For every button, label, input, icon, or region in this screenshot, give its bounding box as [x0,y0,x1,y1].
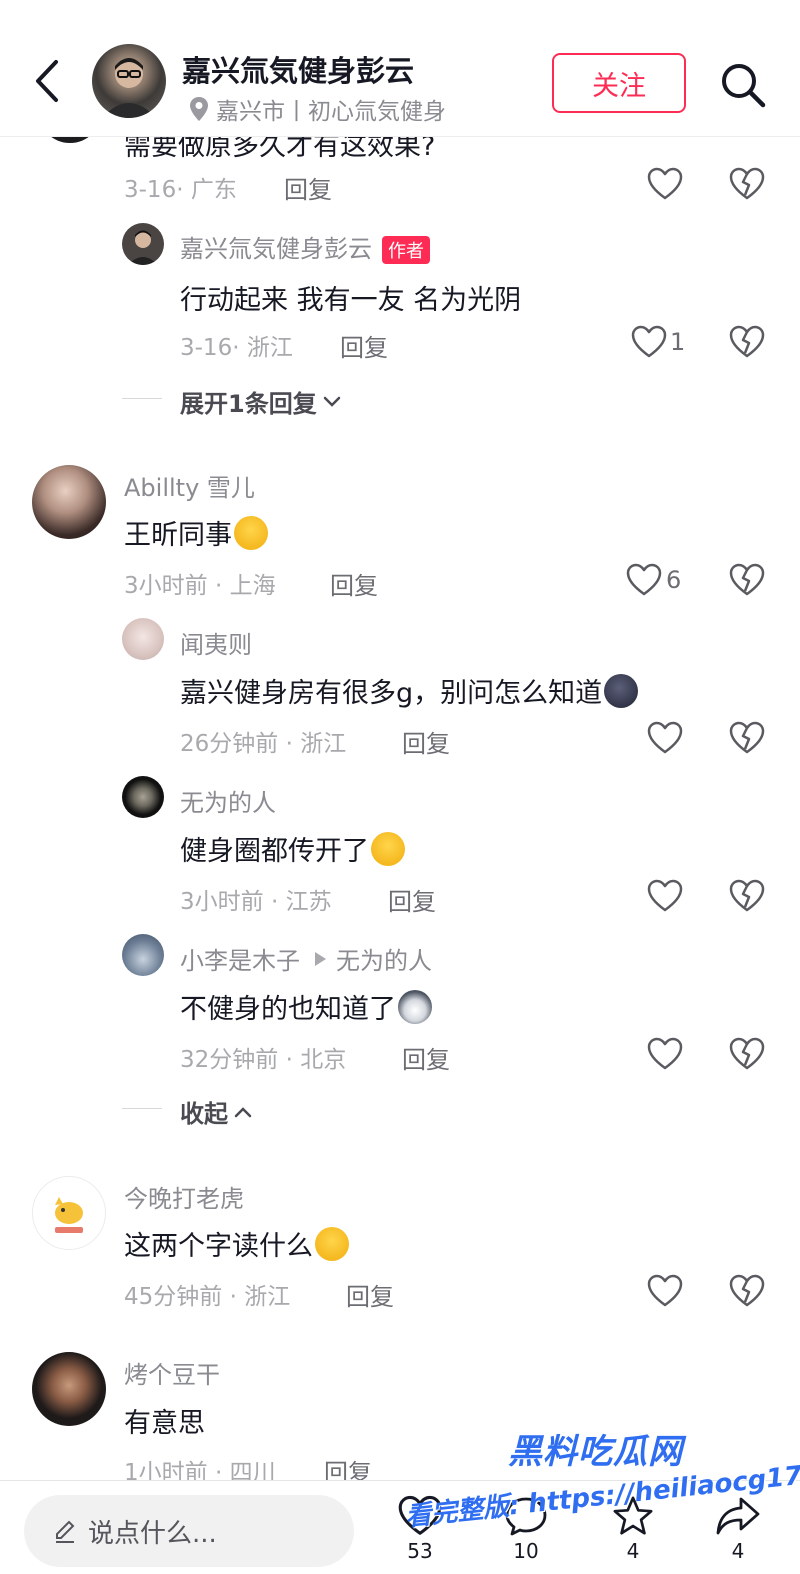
reply-username[interactable]: 嘉兴氚気健身彭云 作者 [180,229,430,264]
husky-dog-emoji-icon [398,989,432,1024]
expand-replies-button[interactable]: 展开1条回复 [180,384,343,419]
comment-text: 这两个字读什么 [124,1224,349,1263]
location-text: 嘉兴市丨初心氚気健身 [216,99,446,125]
search-icon[interactable] [716,58,770,112]
commenter-username[interactable]: Abillty 雪儿 [124,468,255,503]
comment-total: 10 [513,1539,539,1563]
author-name[interactable]: 嘉兴氚気健身彭云 [182,48,414,90]
broken-heart-icon[interactable] [729,563,765,597]
broken-heart-icon[interactable] [729,879,765,913]
reply-meta: 3-16· 浙江 [180,335,293,361]
like-count: 6 [666,566,682,594]
reply-button[interactable]: 回复 [388,882,436,917]
comment-text: 有意思 [124,1408,205,1439]
comment-meta: 3小时前 · 上海 [124,573,276,599]
reply-button[interactable]: 回复 [402,724,450,759]
divider [122,398,162,399]
divider [122,1108,162,1109]
chevron-down-icon [323,396,340,407]
share-arrow-icon [716,1497,760,1535]
watermark-brand: 黑料吃瓜网 [508,1432,683,1472]
commenter-avatar[interactable] [32,1352,106,1426]
reply-meta: 3小时前 · 江苏 [180,889,332,915]
reply-avatar[interactable] [122,934,164,976]
back-arrow-icon[interactable] [28,56,68,106]
reply-arrow-icon [315,951,326,966]
author-reply-avatar[interactable] [122,223,164,265]
heart-icon[interactable] [647,879,683,913]
reply-button[interactable]: 回复 [340,328,388,363]
commenter-username[interactable]: 今晚打老虎 [124,1179,244,1214]
comment-text: 王昕同事 [124,513,268,552]
author-avatar[interactable] [92,44,166,118]
location-pin-icon [190,97,208,121]
comment-meta: 45分钟前 · 浙江 [124,1284,291,1310]
broken-heart-icon[interactable] [729,721,765,755]
pencil-icon [56,1520,75,1543]
reply-username[interactable]: 无为的人 [180,783,276,818]
like-count: 1 [670,328,686,356]
follow-button[interactable]: 关注 [552,53,686,113]
reply-avatar[interactable] [122,618,164,660]
author-badge: 作者 [382,236,430,264]
reply-text: 行动起来 我有一友 名为光阴 [180,285,522,316]
reply-username[interactable]: 闻夷则 [180,625,252,660]
reply-text: 健身圈都传开了 [180,829,405,868]
laughing-crying-emoji-icon [234,515,268,550]
collapse-label: 收起 [180,1100,228,1128]
laughing-crying-emoji-icon [371,831,405,866]
expand-label: 展开1条回复 [180,390,317,418]
author-location[interactable]: 嘉兴市丨初心氚気健身 [188,92,446,126]
commenter-username[interactable]: 烤个豆干 [124,1355,220,1390]
like-total: 53 [407,1539,433,1563]
reply-button[interactable]: 回复 [346,1277,394,1312]
heart-icon[interactable] [631,325,667,359]
reply-meta: 26分钟前 · 浙江 [180,731,347,757]
reply-button[interactable]: 回复 [402,1040,450,1075]
top-bar: 嘉兴氚気健身彭云 嘉兴市丨初心氚気健身 关注 [0,0,800,137]
share-total: 4 [731,1539,745,1563]
heart-icon[interactable] [647,721,683,755]
reply-meta: 32分钟前 · 北京 [180,1047,347,1073]
reply-username[interactable]: 小李是木子 无为的人 [180,941,432,976]
reply-avatar[interactable] [122,776,164,818]
heart-icon[interactable] [647,167,683,201]
comment-meta: 3-16· 广东 [124,177,237,203]
broken-heart-icon[interactable] [729,1274,765,1308]
reply-button[interactable]: 回复 [284,170,332,205]
broken-heart-icon[interactable] [729,325,765,359]
dark-moon-emoji-icon [604,673,639,708]
chevron-up-icon [234,1106,252,1117]
reply-text: 嘉兴健身房有很多g，别问怎么知道 [180,671,639,710]
collapse-replies-button[interactable]: 收起 [180,1094,254,1129]
heart-icon[interactable] [647,1037,683,1071]
commenter-avatar[interactable] [32,465,106,539]
reply-button[interactable]: 回复 [330,566,378,601]
comment-input[interactable]: 说点什么... [24,1495,354,1567]
share-action[interactable]: 4 [708,1495,768,1563]
laughing-crying-emoji-icon [315,1226,349,1261]
heart-icon[interactable] [626,563,662,597]
heart-icon[interactable] [647,1274,683,1308]
reply-text: 不健身的也知道了 [180,987,432,1026]
broken-heart-icon[interactable] [729,167,765,201]
favorite-total: 4 [626,1539,640,1563]
broken-heart-icon[interactable] [729,1037,765,1071]
comment-list: 需要做原多久才有这效果? 3-16· 广东 回复 嘉兴氚気健身彭云 作者 行动起来… [0,0,800,1573]
comment-input-placeholder: 说点什么... [88,1518,217,1549]
commenter-avatar[interactable] [32,1176,106,1250]
